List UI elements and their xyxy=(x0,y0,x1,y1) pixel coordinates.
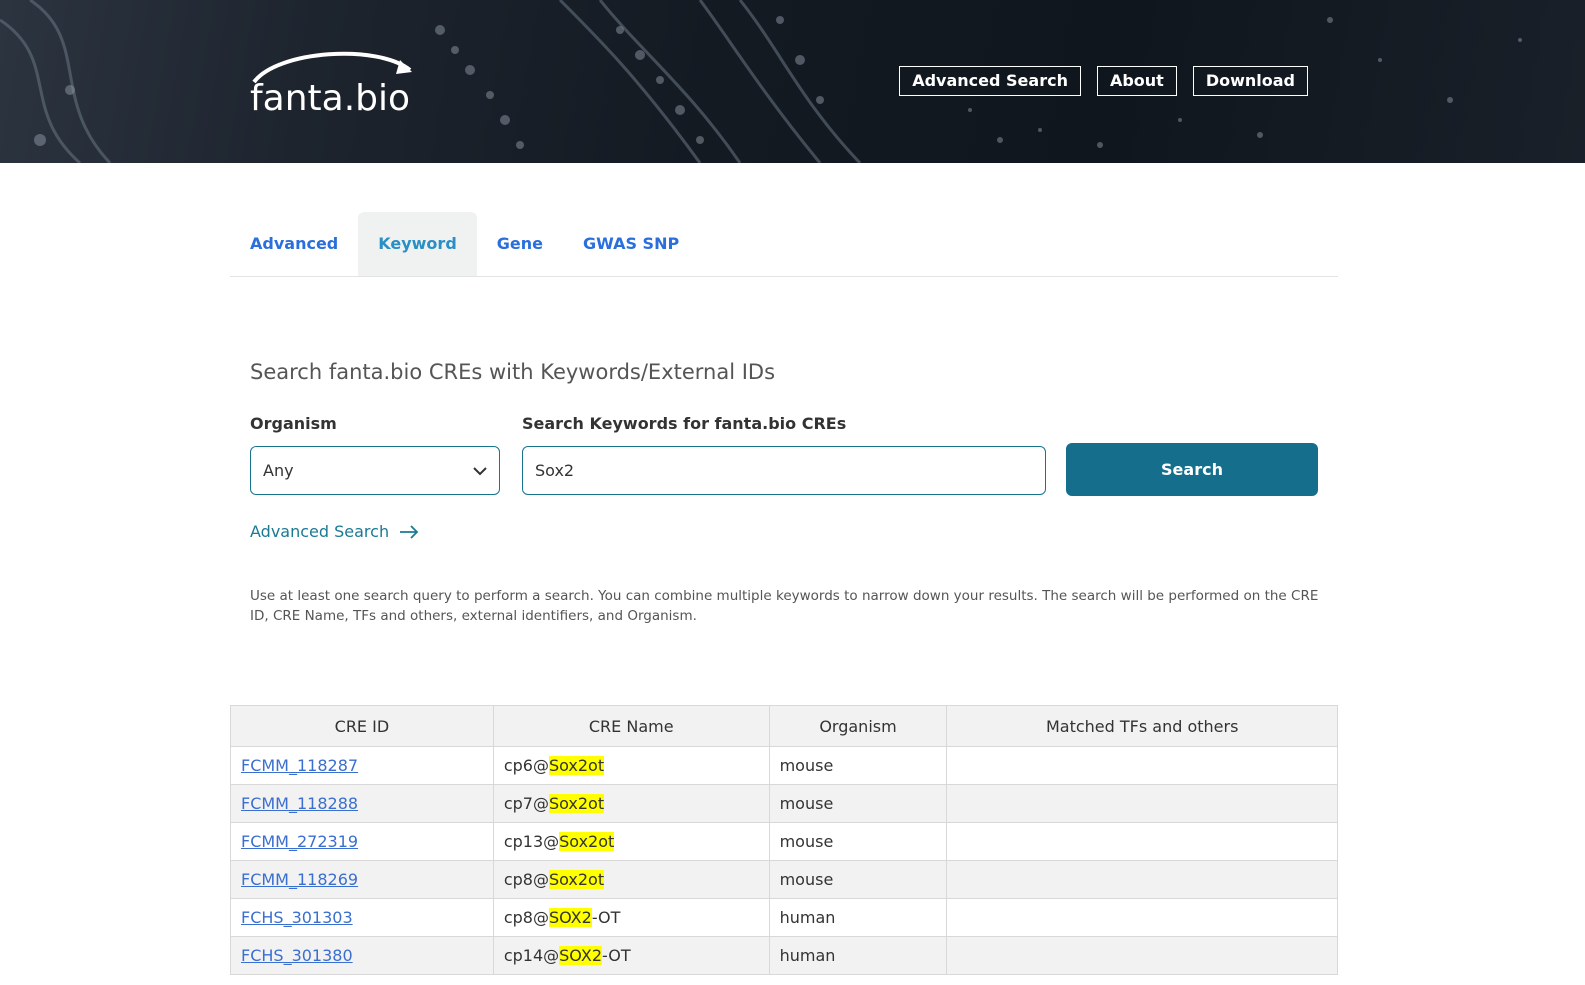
cre-name-prefix: cp13@ xyxy=(503,832,560,851)
cre-id-link[interactable]: FCMM_118288 xyxy=(241,794,358,813)
organism-cell: mouse xyxy=(768,860,948,899)
cre-name-suffix: -OT xyxy=(591,908,621,927)
cre-id-link[interactable]: FCHS_301303 xyxy=(241,908,353,927)
cre-name-prefix: cp6@ xyxy=(503,756,549,775)
table-row: FCHS_301303 cp8@SOX2-OT human xyxy=(230,898,1338,937)
header-nav: Advanced Search About Download xyxy=(899,66,1308,96)
cre-name-cell: cp8@SOX2-OT xyxy=(492,898,770,937)
column-header-organism[interactable]: Organism xyxy=(768,705,948,747)
cre-name-prefix: cp8@ xyxy=(503,908,549,927)
search-tabs: Advanced Keyword Gene GWAS SNP xyxy=(230,212,1338,277)
fanta-bio-logo[interactable]: fanta.bio xyxy=(248,48,418,120)
cre-id-link[interactable]: FCMM_118287 xyxy=(241,756,358,775)
cre-id-cell: FCMM_272319 xyxy=(230,822,494,861)
organism-select-value: Any xyxy=(263,461,294,480)
chevron-down-icon xyxy=(473,466,487,475)
matched-tfs-cell xyxy=(946,784,1338,823)
table-row: FCHS_301380 cp14@SOX2-OT human xyxy=(230,936,1338,975)
cre-name-prefix: cp14@ xyxy=(503,946,560,965)
matched-tfs-cell xyxy=(946,898,1338,937)
logo-image: fanta.bio xyxy=(250,51,412,119)
keyword-highlight: Sox2ot xyxy=(548,870,605,889)
matched-tfs-cell xyxy=(946,936,1338,975)
cre-id-cell: FCMM_118287 xyxy=(230,746,494,785)
tab-gene[interactable]: Gene xyxy=(477,212,563,276)
table-row: FCMM_118287 cp6@Sox2ot mouse xyxy=(230,746,1338,785)
organism-cell: human xyxy=(768,936,948,975)
cre-name-suffix: -OT xyxy=(602,946,631,965)
keyword-search-input[interactable] xyxy=(522,446,1046,495)
keyword-label: Search Keywords for fanta.bio CREs xyxy=(522,414,847,433)
matched-tfs-cell xyxy=(946,746,1338,785)
tab-advanced[interactable]: Advanced xyxy=(230,212,358,276)
cre-id-link[interactable]: FCMM_118269 xyxy=(241,870,358,889)
cre-name-prefix: cp7@ xyxy=(503,794,549,813)
nav-download-button[interactable]: Download xyxy=(1192,66,1308,96)
cre-id-cell: FCHS_301303 xyxy=(230,898,494,937)
site-header: fanta.bio Advanced Search About Download xyxy=(0,0,1585,163)
tab-keyword[interactable]: Keyword xyxy=(358,212,477,276)
table-header-row: CRE ID CRE Name Organism Matched TFs and… xyxy=(230,705,1338,747)
keyword-highlight: SOX2 xyxy=(559,946,602,965)
organism-cell: mouse xyxy=(768,784,948,823)
results-table: CRE ID CRE Name Organism Matched TFs and… xyxy=(230,705,1338,975)
svg-text:fanta.bio: fanta.bio xyxy=(250,78,410,116)
cre-id-link[interactable]: FCMM_272319 xyxy=(241,832,358,851)
keyword-highlight: Sox2ot xyxy=(548,794,605,813)
cre-name-cell: cp14@SOX2-OT xyxy=(492,936,770,975)
table-row: FCMM_118269 cp8@Sox2ot mouse xyxy=(230,860,1338,899)
organism-cell: mouse xyxy=(768,746,948,785)
organism-cell: human xyxy=(768,898,948,937)
table-row: FCMM_118288 cp7@Sox2ot mouse xyxy=(230,784,1338,823)
keyword-highlight: SOX2 xyxy=(548,908,592,927)
cre-name-cell: cp6@Sox2ot xyxy=(492,746,770,785)
advanced-search-link[interactable]: Advanced Search xyxy=(250,522,419,541)
dna-background-image xyxy=(0,0,1522,163)
organism-label: Organism xyxy=(250,414,337,433)
column-header-cre-name[interactable]: CRE Name xyxy=(492,705,770,747)
cre-id-cell: FCMM_118269 xyxy=(230,860,494,899)
cre-id-link[interactable]: FCHS_301380 xyxy=(241,946,353,965)
cre-name-cell: cp13@Sox2ot xyxy=(492,822,770,861)
advanced-search-link-label: Advanced Search xyxy=(250,522,390,541)
table-row: FCMM_272319 cp13@Sox2ot mouse xyxy=(230,822,1338,861)
nav-about-button[interactable]: About xyxy=(1096,66,1177,96)
organism-select[interactable]: Any xyxy=(250,446,500,495)
tab-gwas-snp[interactable]: GWAS SNP xyxy=(563,212,699,276)
arrow-right-icon xyxy=(400,524,419,539)
nav-advanced-search-button[interactable]: Advanced Search xyxy=(899,66,1081,96)
keyword-highlight: Sox2ot xyxy=(559,832,615,851)
cre-id-cell: FCMM_118288 xyxy=(230,784,494,823)
organism-cell: mouse xyxy=(768,822,948,861)
keyword-highlight: Sox2ot xyxy=(548,756,605,775)
search-help-text: Use at least one search query to perform… xyxy=(250,588,1319,624)
matched-tfs-cell xyxy=(946,860,1338,899)
cre-name-prefix: cp8@ xyxy=(503,870,549,889)
search-heading: Search fanta.bio CREs with Keywords/Exte… xyxy=(250,360,776,384)
column-header-matched-tfs[interactable]: Matched TFs and others xyxy=(946,705,1338,747)
cre-name-cell: cp7@Sox2ot xyxy=(492,784,770,823)
cre-id-cell: FCHS_301380 xyxy=(230,936,494,975)
search-button[interactable]: Search xyxy=(1066,443,1318,496)
cre-name-cell: cp8@Sox2ot xyxy=(492,860,770,899)
matched-tfs-cell xyxy=(946,822,1338,861)
column-header-cre-id[interactable]: CRE ID xyxy=(230,705,494,747)
